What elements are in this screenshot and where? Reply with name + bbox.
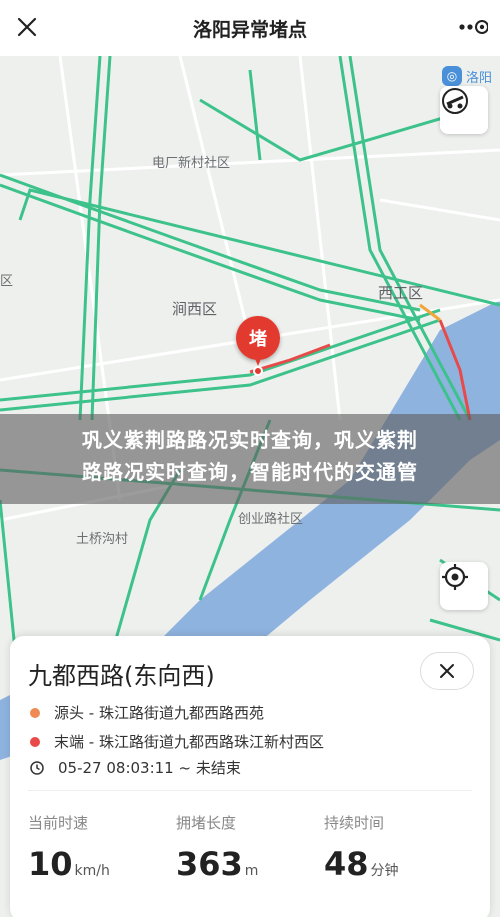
- page-title: 洛阳异常堵点: [192, 18, 307, 41]
- source-dot: [30, 707, 40, 718]
- more-options-icon[interactable]: [456, 12, 489, 42]
- stat-value: 363 m: [176, 845, 259, 883]
- map-label-jianxi: 涧西区: [172, 300, 218, 318]
- stat-duration: 持续时间 48 分钟: [324, 812, 399, 883]
- source-row: 源头 - 珠江路街道九都西路西苑: [30, 702, 264, 723]
- traffic-icon: [442, 88, 468, 114]
- stat-label: 拥堵长度: [176, 814, 237, 832]
- poi-marker[interactable]: ◎ 洛阳: [442, 66, 492, 86]
- map-label-chuangye: 创业路社区: [238, 512, 304, 527]
- location-poi-icon: ◎: [442, 66, 462, 86]
- map-label-xigong: 西工区: [378, 284, 424, 302]
- map-label-dianchang: 电厂新村社区: [152, 156, 231, 171]
- stat-speed: 当前时速 10 km/h: [28, 812, 110, 883]
- stat-label: 当前时速: [28, 814, 89, 832]
- headline-line-2: 路路况实时查询，智能时代的交通管: [82, 460, 418, 484]
- crosshair-icon: [442, 564, 468, 590]
- headline-line-1: 巩义紫荆路路况实时查询，巩义紫荆: [82, 428, 418, 452]
- end-text: 末端 - 珠江路街道九都西路珠江新村西区: [54, 733, 324, 751]
- stat-value: 10 km/h: [28, 845, 110, 883]
- headline-banner: 巩义紫荆路路况实时查询，巩义紫荆 路路况实时查询，智能时代的交通管: [0, 414, 500, 504]
- close-icon: [440, 664, 454, 678]
- card-divider: [28, 790, 472, 791]
- pin-dot: [253, 366, 263, 376]
- map-label-tuqiao: 土桥沟村: [76, 532, 129, 547]
- congestion-pin[interactable]: 堵: [236, 316, 280, 376]
- top-bar: 洛阳异常堵点: [0, 0, 500, 56]
- end-dot: [30, 736, 40, 747]
- card-close-button[interactable]: [420, 652, 474, 690]
- pin-tail: [253, 354, 263, 366]
- end-row: 末端 - 珠江路街道九都西路珠江新村西区: [30, 731, 324, 752]
- traffic-toggle-button[interactable]: [440, 86, 488, 134]
- source-text: 源头 - 珠江路街道九都西路西苑: [54, 704, 264, 722]
- stat-length: 拥堵长度 363 m: [176, 812, 258, 883]
- congestion-info-card: 九都西路(东向西) 源头 - 珠江路街道九都西路西苑 末端 - 珠江路街道九都西…: [10, 636, 490, 917]
- locate-me-button[interactable]: [440, 562, 488, 610]
- poi-label: 洛阳: [466, 70, 493, 86]
- map-label-qu: 区: [0, 274, 14, 289]
- road-name: 九都西路(东向西): [28, 662, 215, 690]
- clock-icon: [30, 760, 44, 775]
- time-text: 05-27 08:03:11 ~ 未结束: [58, 759, 241, 777]
- stat-label: 持续时间: [324, 814, 385, 832]
- close-icon[interactable]: [12, 12, 42, 42]
- time-row: 05-27 08:03:11 ~ 未结束: [30, 757, 241, 778]
- stat-value: 48 分钟: [324, 845, 399, 883]
